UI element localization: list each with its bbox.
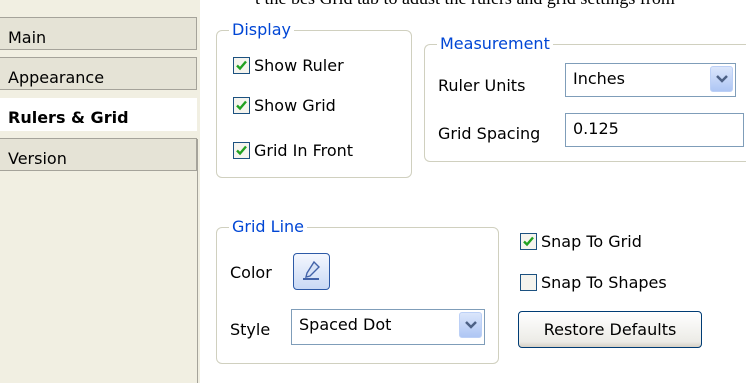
checkmark-icon <box>523 236 534 247</box>
snap-to-shapes-option[interactable]: Snap To Shapes <box>520 273 667 292</box>
show-grid-checkbox[interactable] <box>233 97 250 114</box>
style-label: Style <box>230 320 271 339</box>
show-ruler-label: Show Ruler <box>254 56 344 75</box>
chevron-down-icon <box>465 321 477 329</box>
grid-spacing-value: 0.125 <box>573 119 619 138</box>
style-value: Spaced Dot <box>299 315 392 334</box>
snap-to-shapes-checkbox[interactable] <box>520 274 537 291</box>
snap-to-grid-option[interactable]: Snap To Grid <box>520 232 642 251</box>
show-grid-option[interactable]: Show Grid <box>233 96 336 115</box>
show-ruler-checkbox[interactable] <box>233 57 250 74</box>
color-label: Color <box>230 263 272 282</box>
color-picker-button[interactable] <box>293 253 330 290</box>
grid-in-front-label: Grid In Front <box>254 141 354 160</box>
checkmark-icon <box>236 145 247 156</box>
ruler-units-label: Ruler Units <box>438 76 526 95</box>
checkmark-icon <box>236 100 247 111</box>
ruler-units-dropdown-button[interactable] <box>710 66 733 92</box>
chevron-down-icon <box>716 75 728 83</box>
style-dropdown-button[interactable] <box>459 312 482 338</box>
grid-in-front-option[interactable]: Grid In Front <box>233 141 353 160</box>
tab-strip: Main Appearance Rulers & Grid Version <box>0 0 200 383</box>
ruler-units-select[interactable]: Inches <box>565 63 736 97</box>
clipped-caption-text: t the bes Grid tab to adust the rulers a… <box>255 0 675 9</box>
display-legend: Display <box>229 21 294 39</box>
style-select[interactable]: Spaced Dot <box>291 309 485 345</box>
snap-to-grid-label: Snap To Grid <box>541 232 642 251</box>
ruler-units-value: Inches <box>573 69 625 88</box>
show-grid-label: Show Grid <box>254 96 336 115</box>
tab-strip-edge <box>197 139 198 383</box>
restore-defaults-button[interactable]: Restore Defaults <box>518 311 702 348</box>
snap-to-grid-checkbox[interactable] <box>520 233 537 250</box>
tab-appearance[interactable]: Appearance <box>0 57 197 90</box>
grid-spacing-input[interactable]: 0.125 <box>565 113 744 147</box>
snap-to-shapes-label: Snap To Shapes <box>541 273 667 292</box>
pen-icon <box>302 260 320 280</box>
grid-line-legend: Grid Line <box>229 218 308 236</box>
measurement-legend: Measurement <box>437 35 553 53</box>
grid-in-front-checkbox[interactable] <box>233 142 250 159</box>
checkmark-icon <box>236 60 247 71</box>
grid-spacing-label: Grid Spacing <box>438 124 541 143</box>
show-ruler-option[interactable]: Show Ruler <box>233 56 344 75</box>
tab-main[interactable]: Main <box>0 17 197 50</box>
tab-version[interactable]: Version <box>0 138 197 171</box>
tab-rulers-grid[interactable]: Rulers & Grid <box>0 98 197 131</box>
